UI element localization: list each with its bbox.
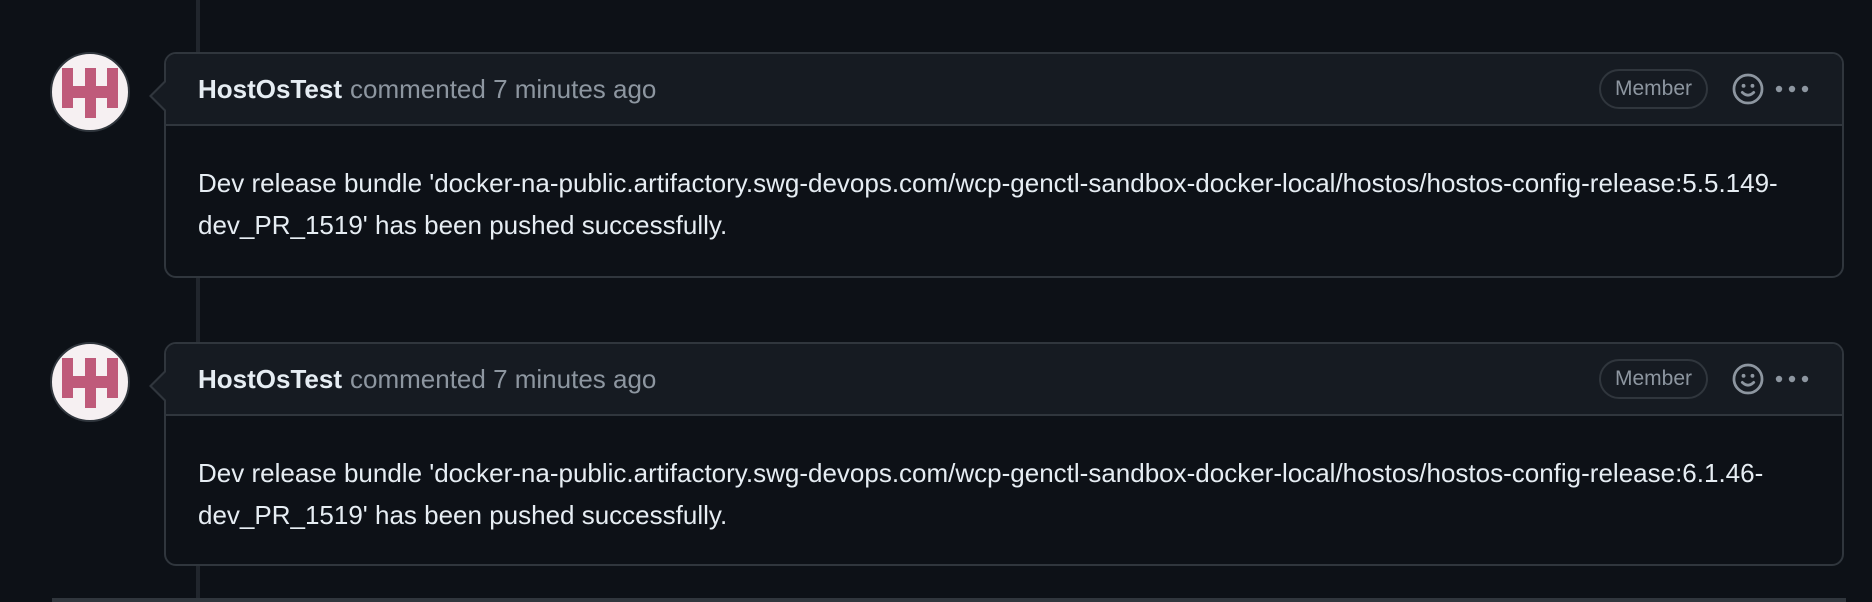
timeline: HostOsTest commented 7 minutes ago Membe… [0, 0, 1872, 602]
smiley-icon[interactable] [1728, 69, 1768, 109]
comment-header: HostOsTest commented 7 minutes ago Membe… [166, 54, 1842, 126]
member-badge: Member [1598, 69, 1708, 109]
identicon-avatar-icon [62, 358, 118, 408]
kebab-horizontal-icon[interactable] [1772, 359, 1812, 399]
avatar[interactable] [50, 52, 130, 132]
member-badge: Member [1598, 359, 1708, 399]
comment-author[interactable]: HostOsTest [198, 74, 342, 105]
comment-body: Dev release bundle 'docker-na-public.art… [198, 458, 1764, 530]
avatar[interactable] [50, 342, 130, 422]
comment-box: HostOsTest commented 7 minutes ago Membe… [149, 342, 1844, 566]
divider [52, 598, 1846, 602]
identicon-avatar-icon [62, 68, 118, 118]
comment-timestamp[interactable]: commented 7 minutes ago [350, 74, 656, 105]
smiley-icon[interactable] [1728, 359, 1768, 399]
comment-header: HostOsTest commented 7 minutes ago Membe… [166, 344, 1842, 416]
comment-box: HostOsTest commented 7 minutes ago Membe… [149, 52, 1844, 278]
comment-body: Dev release bundle 'docker-na-public.art… [198, 168, 1778, 240]
comment-timestamp[interactable]: commented 7 minutes ago [350, 364, 656, 395]
kebab-horizontal-icon[interactable] [1772, 69, 1812, 109]
comment-author[interactable]: HostOsTest [198, 364, 342, 395]
